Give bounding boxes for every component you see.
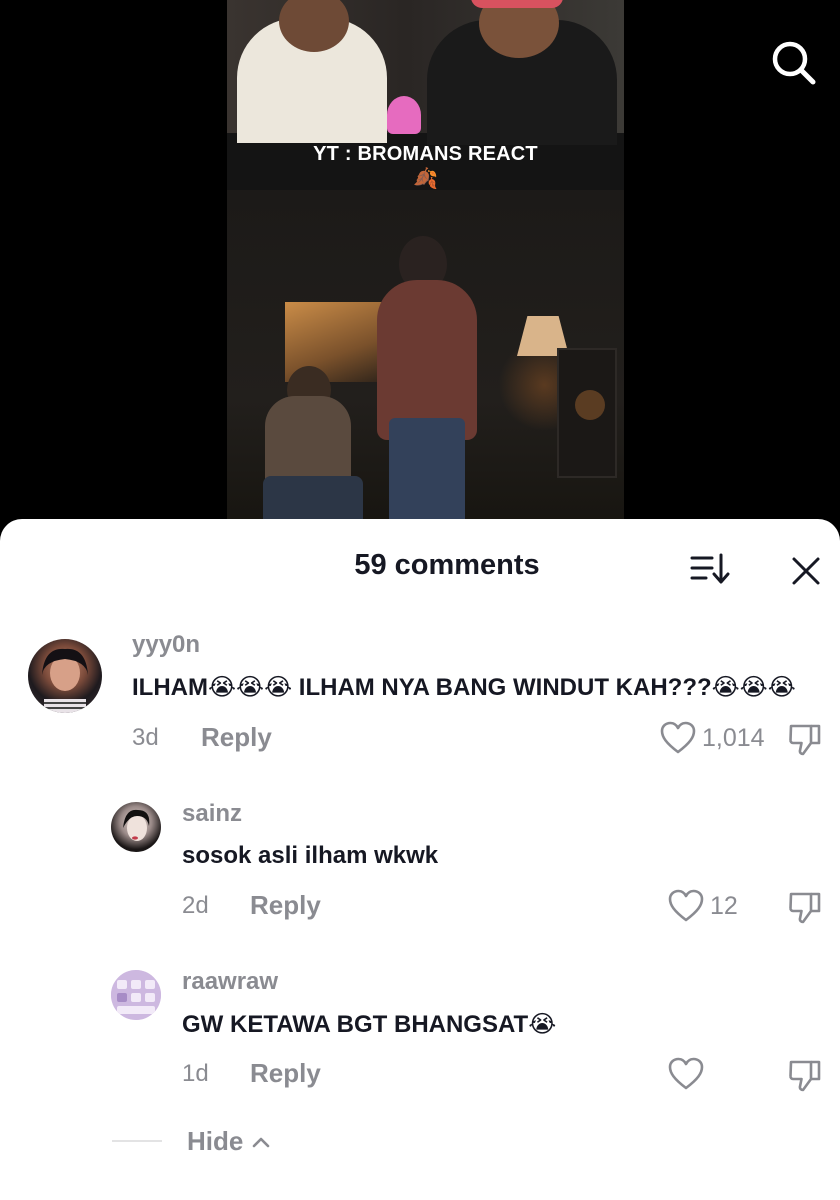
comment-timestamp: 2d: [182, 892, 209, 919]
comment-username[interactable]: sainz: [182, 800, 242, 828]
dislike-button[interactable]: [787, 889, 823, 925]
avatar-keyboard: [111, 970, 161, 1020]
avatar[interactable]: [111, 802, 161, 852]
hide-label: Hide: [187, 1126, 244, 1156]
sort-icon: [690, 553, 730, 584]
scene-speaker-cone: [575, 390, 605, 420]
comment-text: ILHAM😭😭😭 ILHAM NYA BANG WINDUT KAH???😭😭😭: [132, 674, 796, 701]
reply-button[interactable]: Reply: [201, 722, 272, 753]
reactor-cap: [471, 0, 563, 8]
reply-button[interactable]: Reply: [250, 1058, 321, 1089]
comment-timestamp: 1d: [182, 1060, 209, 1087]
thumbs-down-icon: [789, 892, 821, 924]
dislike-button[interactable]: [787, 721, 823, 757]
hide-replies-button[interactable]: Hide: [187, 1126, 271, 1157]
avatar-portrait: [123, 809, 150, 841]
heart-icon: [660, 721, 696, 754]
comment-username[interactable]: raawraw: [182, 968, 278, 996]
avatar[interactable]: [111, 970, 161, 1020]
video-frame[interactable]: YT : BROMANS REACT 🍂: [227, 0, 624, 540]
sort-button[interactable]: [686, 549, 732, 589]
video-overlay-emoji: 🍂: [413, 168, 438, 190]
video-overlay-title: YT : BROMANS REACT: [313, 143, 538, 165]
comments-header: 59 comments: [0, 519, 840, 617]
heart-icon: [668, 1057, 704, 1090]
like-count: 1,014: [702, 723, 765, 752]
reply-button[interactable]: Reply: [250, 890, 321, 921]
avatar-portrait: [42, 648, 88, 713]
thumbs-down-icon: [789, 1060, 821, 1092]
hide-replies-row: Hide: [112, 1126, 512, 1169]
video-player[interactable]: YT : BROMANS REACT 🍂: [0, 0, 840, 540]
like-button[interactable]: 12: [668, 889, 738, 923]
chevron-up-icon: [253, 1137, 270, 1147]
music-video-scene: [227, 190, 624, 540]
reaction-cam-strip: [227, 0, 624, 145]
heart-icon: [668, 889, 704, 922]
close-icon: [792, 557, 820, 585]
comment-text: sosok asli ilham wkwk: [182, 842, 439, 869]
comments-sheet: 59 comments yyy0n ILHAM😭😭😭 ILHAM NYA BAN…: [0, 519, 840, 1200]
close-button[interactable]: [786, 551, 826, 591]
pink-lamp: [387, 96, 421, 134]
search-icon: [772, 41, 816, 85]
like-count: 12: [710, 891, 738, 920]
comment-text: GW KETAWA BGT BHANGSAT😭: [182, 1011, 557, 1038]
search-button[interactable]: [769, 38, 817, 86]
comment-timestamp: 3d: [132, 724, 159, 751]
like-button[interactable]: [668, 1057, 704, 1091]
divider: [112, 1140, 162, 1142]
comment-username[interactable]: yyy0n: [132, 631, 200, 659]
dislike-button[interactable]: [787, 1057, 823, 1093]
like-button[interactable]: 1,014: [660, 721, 765, 755]
thumbs-down-icon: [789, 724, 821, 756]
singer-body: [377, 280, 477, 440]
avatar[interactable]: [28, 639, 102, 713]
